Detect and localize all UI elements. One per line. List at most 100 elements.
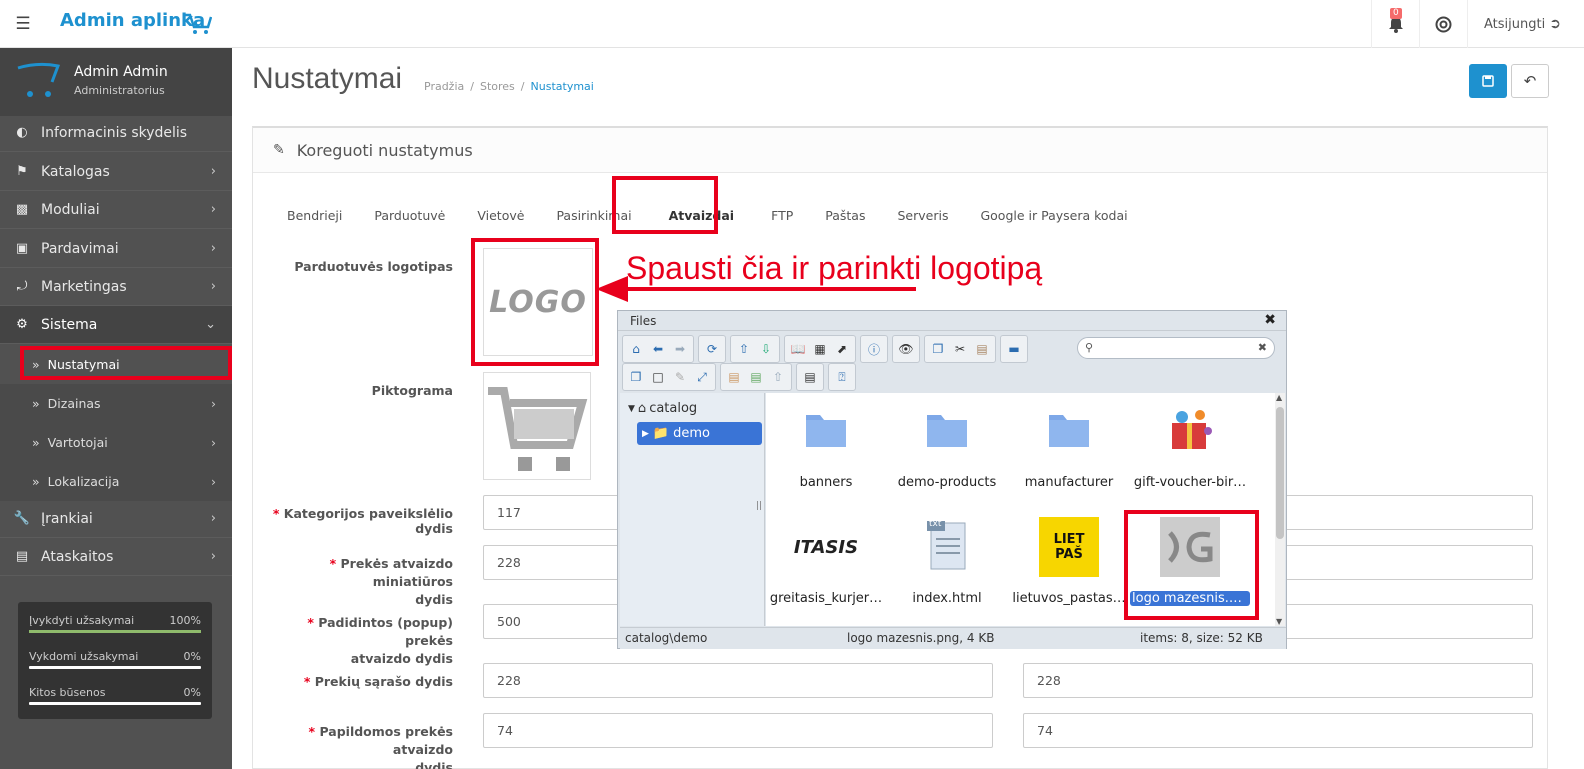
nav-item-modules[interactable]: ▩ Moduliai › (0, 191, 232, 229)
file-search-input[interactable]: ⚲ ✖ (1077, 337, 1275, 359)
list-view-icon[interactable]: ▤ (799, 366, 821, 388)
txt-badge: txt (929, 519, 942, 529)
nav-item-dashboard[interactable]: ◐ Informacinis skydelis (0, 114, 232, 152)
additional-height-input[interactable]: 74 (1023, 713, 1533, 748)
download-icon[interactable]: ⇩ (755, 338, 777, 360)
cut-scissors-icon[interactable]: ✂ (949, 338, 971, 360)
scroll-down-icon[interactable]: ▼ (1276, 617, 1282, 626)
rename-icon[interactable]: ✎ (669, 366, 691, 388)
save-icon[interactable]: ▦ (809, 338, 831, 360)
file-manager-dialog[interactable]: Files ✖ ⌂ ⬅ ➡ ⟳ ⇧ ⇩ 📖 ▦ ⬈ ⓘ 👁 ❐ ✂ ▤ ▬ ⚲ … (617, 310, 1287, 649)
nav-label: Įrankiai (41, 510, 93, 527)
list-height-input[interactable]: 228 (1023, 663, 1533, 698)
file-grid-scrollbar[interactable]: ▲ ▼ (1275, 393, 1285, 626)
reload-icon[interactable]: ⟳ (701, 338, 723, 360)
arrow-back-icon[interactable]: ⬅ (647, 338, 669, 360)
resize-icon[interactable]: ⤢ (691, 366, 713, 388)
help-icon[interactable]: ⍰ (831, 366, 853, 388)
arrow-forward-icon[interactable]: ➡ (669, 338, 691, 360)
tab-server[interactable]: Serveris (881, 196, 964, 236)
file-item[interactable]: manufacturer (1009, 393, 1129, 505)
stat-value: 0% (183, 650, 201, 663)
save-button[interactable] (1469, 64, 1507, 98)
folder-icon (1049, 415, 1089, 447)
scrollbar-thumb[interactable] (1276, 407, 1284, 539)
status-bar: catalog\demo logo mazesnis.png, 4 KB ite… (620, 627, 1286, 649)
nav-label: Katalogas (41, 163, 110, 180)
stat-progress-bar (29, 666, 201, 669)
nav-item-reports[interactable]: ▤ Ataskaitos › (0, 538, 232, 576)
additional-width-input[interactable]: 74 (483, 713, 993, 748)
nav-item-marketing[interactable]: ⤾ Marketingas › (0, 268, 232, 306)
file-item[interactable]: txt index.html (887, 509, 1007, 621)
tab-mail[interactable]: Paštas (809, 196, 881, 236)
sub-item-users[interactable]: » Vartotojai › (0, 423, 232, 462)
profile-name: Admin Admin (74, 64, 168, 80)
paste-icon[interactable]: ▤ (971, 338, 993, 360)
nav-item-catalog[interactable]: ⚑ Katalogas › (0, 153, 232, 191)
stat-row: Įvykdyti užsakymai 100% (29, 614, 201, 650)
breadcrumb-stores[interactable]: Stores (480, 80, 515, 93)
select-all-icon[interactable]: □ (647, 366, 669, 388)
panel-heading: ✎ Koreguoti nustatymus (253, 128, 1547, 173)
breadcrumb-separator: / (520, 80, 525, 93)
scroll-up-icon[interactable]: ▲ (1276, 393, 1282, 402)
tab-ftp[interactable]: FTP (755, 196, 809, 236)
tab-general[interactable]: Bendrieji (271, 196, 358, 236)
sub-item-design[interactable]: » Dizainas › (0, 384, 232, 423)
label-text: Prekės atvaizdo miniatiūros (340, 556, 453, 589)
close-icon[interactable]: ✖ (1264, 312, 1276, 328)
stat-row: Kitos būsenos 0% (29, 686, 201, 722)
duplicate-icon[interactable]: ❐ (625, 366, 647, 388)
open-icon[interactable]: 📖 (787, 338, 809, 360)
logout-label: Atsijungti (1484, 16, 1546, 32)
store-icon-image[interactable] (483, 372, 591, 480)
copy-icon[interactable]: ❐ (927, 338, 949, 360)
sub-item-localisation[interactable]: » Lokalizacija › (0, 462, 232, 501)
file-item[interactable]: demo-products (887, 393, 1007, 505)
tab-local[interactable]: Vietovė (461, 196, 540, 236)
nav-item-system[interactable]: ⚙ Sistema ⌄ (0, 306, 232, 344)
field-label-category-size: * Kategorijos paveikslėlio dydis (262, 506, 453, 536)
tab-google-paysera[interactable]: Google ir Paysera kodai (964, 196, 1143, 236)
search-icon: ⚲ (1085, 341, 1094, 354)
dashboard-icon: ◐ (16, 125, 28, 140)
pane-resize-handle[interactable]: || (756, 501, 762, 511)
breadcrumb-home[interactable]: Pradžia (424, 80, 464, 93)
upload-icon[interactable]: ⇧ (733, 338, 755, 360)
toolbar-group-file: ⇧ ⇩ (730, 335, 780, 363)
greitasis-image-thumbnail: ITASIS (793, 536, 859, 558)
menu-toggle-icon[interactable]: ☰ (10, 12, 36, 36)
tab-store[interactable]: Parduotuvė (358, 196, 461, 236)
caret-right-icon: ▶ (642, 428, 649, 439)
nav-item-sales[interactable]: ▣ Pardavimai › (0, 230, 232, 268)
breadcrumb-current[interactable]: Nustatymai (531, 80, 594, 93)
required-marker: * (329, 556, 337, 571)
extract-icon[interactable]: ▤ (723, 366, 745, 388)
tree-root[interactable]: ▼ ⌂ catalog (628, 401, 697, 416)
clear-search-icon[interactable]: ✖ (1258, 341, 1267, 354)
help-lifebuoy-icon[interactable] (1419, 0, 1467, 48)
select-pointer-icon[interactable]: ⬈ (831, 338, 853, 360)
up-arrow-icon[interactable]: ⇧ (767, 366, 789, 388)
nav-item-tools[interactable]: 🔧 Įrankiai › (0, 500, 232, 538)
double-chevron-icon: » (32, 396, 40, 411)
nav-label: Ataskaitos (41, 548, 114, 565)
list-width-input[interactable]: 228 (483, 663, 993, 698)
new-folder-icon[interactable]: ▤ (745, 366, 767, 388)
preview-eye-icon[interactable]: 👁 (895, 338, 917, 360)
stat-value: 0% (183, 686, 201, 699)
tree-item-demo[interactable]: ▶ 📁 demo (637, 422, 762, 445)
info-icon[interactable]: ⓘ (863, 338, 885, 360)
nav-label: Sistema (41, 316, 98, 333)
logout-button[interactable]: Atsijungti ➲ (1467, 0, 1561, 48)
file-item[interactable]: banners (766, 393, 886, 505)
highlight-box-tab (612, 176, 718, 234)
file-item[interactable]: ITASIS greitasis_kurjer… (766, 509, 886, 621)
home-icon[interactable]: ⌂ (625, 338, 647, 360)
archive-icon[interactable]: ▬ (1003, 338, 1025, 360)
file-item[interactable]: gift-voucher-bir… (1130, 393, 1250, 505)
back-button[interactable]: ↶ (1511, 64, 1549, 98)
file-item[interactable]: LIET PAŠ lietuvos_pastas… (1009, 509, 1129, 621)
top-bar: ☰ Admin aplinka 0 Atsijungti ➲ (0, 0, 1584, 48)
